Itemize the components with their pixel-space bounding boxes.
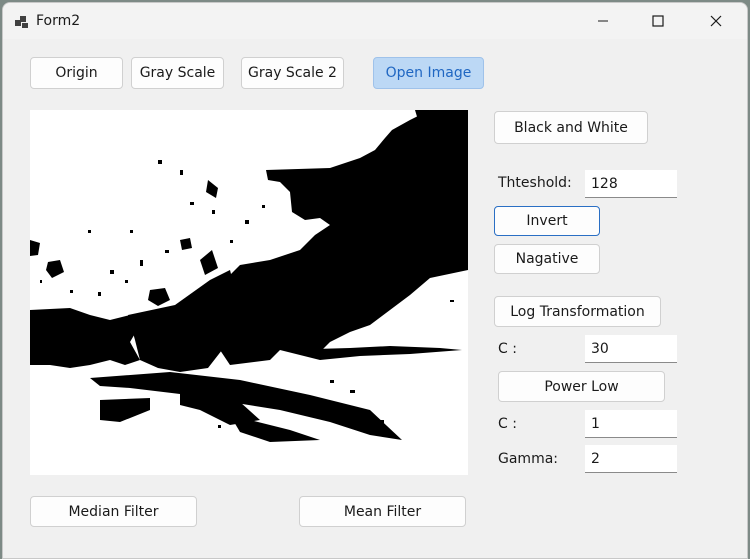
gray-scale-2-button[interactable]: Gray Scale 2 bbox=[241, 57, 344, 89]
open-image-button[interactable]: Open Image bbox=[373, 57, 484, 89]
power-low-button[interactable]: Power Low bbox=[498, 371, 665, 402]
minimize-icon bbox=[598, 20, 608, 22]
invert-button[interactable]: Invert bbox=[494, 206, 600, 236]
log-c-label: C : bbox=[498, 341, 517, 357]
gamma-input[interactable]: 2 bbox=[585, 445, 677, 473]
maximize-icon bbox=[652, 15, 664, 27]
threshold-input[interactable]: 128 bbox=[585, 170, 677, 198]
form-window: Form2 Origin Gray Scale Gray Scale 2 Ope… bbox=[2, 2, 748, 559]
power-c-input[interactable]: 1 bbox=[585, 410, 677, 438]
origin-button[interactable]: Origin bbox=[30, 57, 123, 89]
window-title: Form2 bbox=[36, 13, 81, 29]
app-icon bbox=[15, 16, 28, 28]
log-transformation-button[interactable]: Log Transformation bbox=[494, 296, 661, 327]
close-button[interactable] bbox=[693, 3, 739, 39]
minimize-button[interactable] bbox=[580, 3, 626, 39]
gray-scale-button[interactable]: Gray Scale bbox=[131, 57, 224, 89]
black-and-white-image bbox=[30, 110, 468, 475]
power-c-label: C : bbox=[498, 416, 517, 432]
title-bar[interactable]: Form2 bbox=[3, 3, 747, 39]
mean-filter-button[interactable]: Mean Filter bbox=[299, 496, 466, 527]
close-icon bbox=[710, 15, 722, 27]
threshold-label: Thteshold: bbox=[498, 175, 572, 191]
image-preview bbox=[30, 110, 468, 475]
black-and-white-button[interactable]: Black and White bbox=[494, 111, 648, 144]
log-c-input[interactable]: 30 bbox=[585, 335, 677, 363]
median-filter-button[interactable]: Median Filter bbox=[30, 496, 197, 527]
maximize-button[interactable] bbox=[635, 3, 681, 39]
negative-button[interactable]: Nagative bbox=[494, 244, 600, 274]
gamma-label: Gamma: bbox=[498, 451, 558, 467]
